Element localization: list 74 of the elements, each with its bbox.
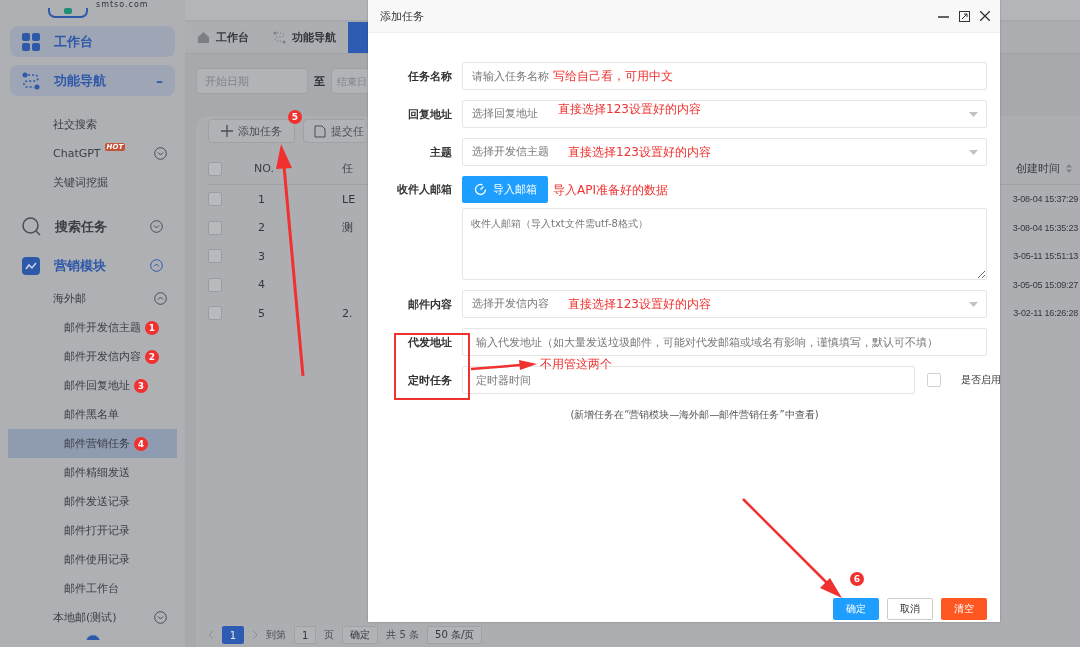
hint-text: (新增任务在“营销模块—海外邮—邮件营销任务”中查看)	[569, 408, 820, 422]
nav-item[interactable]: 邮件精细发送	[8, 458, 177, 487]
nav-group[interactable]: 营销模块	[10, 250, 175, 281]
table-cell: 3-08-04 15:35:23	[1012, 222, 1078, 233]
table-cell-text: 2	[257, 221, 265, 235]
page-unit: 页	[324, 628, 335, 642]
goto-button[interactable]: 确定	[342, 626, 379, 644]
dialog-title: 添加任务	[380, 8, 425, 24]
step-marker: 3	[134, 378, 148, 393]
table-cell-text: 5	[257, 306, 265, 320]
table-cell: 测	[342, 220, 353, 236]
table-cell-text: 3	[257, 249, 265, 263]
step-marker: 6	[850, 572, 864, 586]
total-count: 共 5 条	[386, 628, 420, 642]
tab[interactable]: 工作台	[185, 22, 261, 53]
nav-item[interactable]: 邮件工作台	[8, 574, 177, 603]
table-cell: 3-08-04 15:37:29	[1012, 194, 1078, 205]
field-label: 定时任务	[407, 372, 452, 388]
column-header: NO.	[253, 162, 274, 175]
recipient-emails-field[interactable]: 收件人邮箱（导入txt文件需utf-8格式）	[462, 208, 987, 280]
field-label: 任务名称	[407, 68, 452, 84]
add-task-button[interactable]: 添加任务	[208, 119, 295, 143]
nav-group[interactable]: 搜索任务	[10, 211, 175, 242]
table-cell: 3-05-11 15:51:13	[1013, 251, 1078, 262]
nav-item[interactable]: 本地邮(测试)	[8, 603, 177, 632]
table-cell-text: 4	[257, 278, 265, 292]
nav-item[interactable]: 邮件开发信内容 2	[8, 342, 177, 371]
annotation-note: 写给自己看，可用中文	[553, 68, 673, 85]
nav-group[interactable]: 功能导航 –	[10, 65, 175, 96]
nav-item[interactable]: 海外邮	[8, 284, 177, 313]
field-label: 邮件内容	[407, 296, 452, 312]
annotation-note: 直接选择123设置好的内容	[558, 101, 701, 118]
nav-item[interactable]: 邮件发送记录	[8, 487, 177, 516]
step-marker: 4	[134, 436, 148, 451]
page-input[interactable]: 1	[294, 626, 317, 644]
table-cell-text: 1	[257, 192, 265, 206]
annotation-note: 导入API准备好的数据	[553, 182, 668, 199]
logo-text: smtso.com	[96, 0, 149, 9]
step-marker: 1	[145, 320, 159, 335]
table-cell: LE	[342, 192, 356, 206]
field-label: 收件人邮箱	[396, 182, 452, 197]
import-email-button[interactable]: 导入邮箱	[462, 176, 548, 203]
cancel-button[interactable]: 取消	[887, 598, 933, 620]
table-cell: 3-05-05 15:09:27	[1012, 279, 1078, 290]
checkbox-label: 是否启用	[961, 373, 1001, 387]
table-cell: 2.	[342, 306, 353, 320]
clear-button[interactable]: 清空	[941, 598, 987, 620]
collapse-toggle[interactable]: –	[156, 72, 163, 89]
field-label: 代发地址	[407, 334, 452, 350]
nav-item[interactable]: 邮件营销任务 4	[8, 429, 177, 458]
page-number[interactable]: 1	[222, 626, 244, 644]
table-cell: 3-02-11 16:26:28	[1013, 308, 1078, 319]
nav-item[interactable]: 关键词挖掘	[8, 168, 177, 197]
nav-item[interactable]: 邮件打开记录	[8, 516, 177, 545]
step-marker: 5	[288, 110, 302, 124]
page-size-select[interactable]: 50 条/页	[427, 626, 483, 644]
text-field[interactable]: 输入代发地址（如大量发送垃圾邮件，可能对代发邮箱或域名有影响，谨慎填写，默认可不填）	[462, 328, 987, 356]
step-marker: 2	[145, 349, 159, 364]
tab[interactable]: 功能导航	[261, 22, 348, 53]
nav-item[interactable]: 邮件开发信主题 1	[8, 313, 177, 342]
range-separator: 至	[314, 73, 325, 89]
column-header: 任	[342, 161, 353, 176]
annotation-note: 直接选择123设置好的内容	[568, 296, 711, 313]
nav-group[interactable]: 工作台	[10, 26, 175, 57]
nav-item[interactable]: 邮件使用记录	[8, 545, 177, 574]
nav-item[interactable]: 邮件黑名单	[8, 400, 177, 429]
submit-task-button[interactable]: 提交任	[303, 119, 364, 143]
goto-label: 到第	[266, 628, 286, 642]
nav-item[interactable]: 社交搜索	[8, 110, 177, 139]
column-header: 创建时间	[1016, 161, 1060, 176]
field-label: 主题	[429, 144, 452, 160]
annotation-note: 直接选择123设置好的内容	[568, 144, 711, 161]
nav-item[interactable]: 邮件回复地址 3	[8, 371, 177, 400]
field-label: 回复地址	[407, 106, 452, 122]
